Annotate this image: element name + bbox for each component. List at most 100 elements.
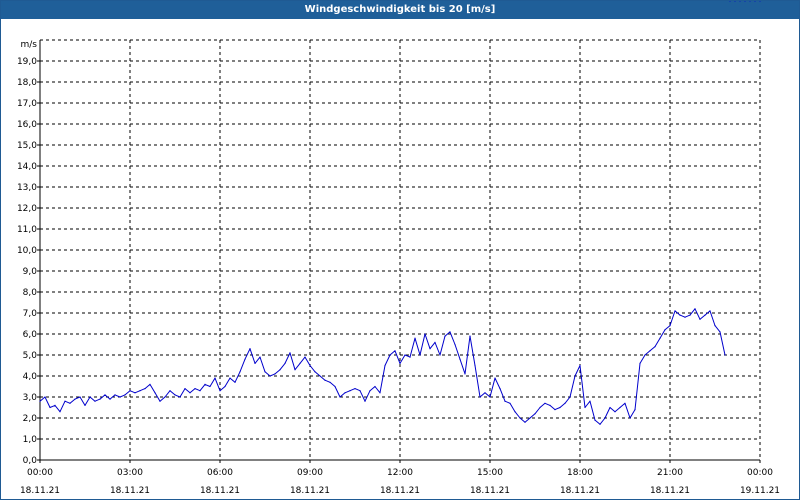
x-tick-time-label: 12:00 xyxy=(387,468,413,478)
y-tick-label: 7,0 xyxy=(23,309,38,319)
data-point xyxy=(214,377,216,379)
data-point xyxy=(709,310,711,312)
y-tick-label: 0,0 xyxy=(23,456,38,466)
data-point xyxy=(134,392,136,394)
y-tick-label: 6,0 xyxy=(23,330,38,340)
data-point xyxy=(74,398,76,400)
data-point xyxy=(329,381,331,383)
data-point xyxy=(154,392,156,394)
data-point xyxy=(409,356,411,358)
data-point xyxy=(404,354,406,356)
data-point xyxy=(589,400,591,402)
data-point xyxy=(224,385,226,388)
data-point xyxy=(714,325,716,327)
data-point xyxy=(234,381,236,383)
x-tick-date-label: 18.11.21 xyxy=(20,486,60,496)
data-point xyxy=(434,341,436,343)
data-point xyxy=(369,390,371,392)
y-tick-label: 2,0 xyxy=(23,414,38,424)
data-point xyxy=(94,400,96,402)
data-point xyxy=(354,388,356,390)
data-point xyxy=(254,362,256,364)
data-point xyxy=(489,396,491,398)
x-tick-date-label: 18.11.21 xyxy=(650,486,690,496)
x-tick-time-label: 15:00 xyxy=(477,468,503,478)
data-point xyxy=(454,343,456,346)
x-tick-time-label: 06:00 xyxy=(207,468,233,478)
chart-window: Windgeschwindigkeit bis 20 [m/s] m/s 0,0 1… xyxy=(0,0,800,500)
data-point xyxy=(659,337,661,339)
data-point xyxy=(579,364,581,367)
data-point xyxy=(114,394,116,396)
data-point xyxy=(64,400,66,402)
data-point xyxy=(539,406,541,409)
data-point xyxy=(299,362,301,364)
y-tick-label: 19,0 xyxy=(17,57,37,67)
data-point xyxy=(199,390,201,392)
data-point xyxy=(504,400,506,402)
x-tick-time-label: 18:00 xyxy=(567,468,593,478)
data-point xyxy=(184,388,186,390)
data-point xyxy=(44,396,46,398)
x-tick-time-label: 00:00 xyxy=(27,468,53,478)
data-point xyxy=(229,377,231,379)
data-point xyxy=(69,402,71,404)
data-point xyxy=(364,400,366,402)
data-point xyxy=(349,390,351,392)
data-point xyxy=(84,404,86,406)
data-point xyxy=(624,402,626,404)
data-point xyxy=(684,316,686,318)
x-tick-date-label: 18.11.21 xyxy=(470,486,510,496)
y-tick-label: 15,0 xyxy=(17,141,37,151)
data-point xyxy=(109,398,111,400)
data-point xyxy=(49,406,51,409)
data-point xyxy=(59,411,61,413)
data-point xyxy=(664,329,666,331)
data-point xyxy=(314,371,316,373)
data-point xyxy=(669,325,671,327)
data-point xyxy=(249,348,251,350)
data-point xyxy=(514,411,516,413)
x-tick-time-label: 03:00 xyxy=(117,468,143,478)
data-point xyxy=(194,388,196,390)
data-point xyxy=(89,396,91,398)
data-point xyxy=(449,331,451,333)
data-point xyxy=(264,371,266,373)
data-point xyxy=(399,362,401,364)
data-point xyxy=(519,417,521,419)
y-tick-label: 10,0 xyxy=(17,246,37,256)
data-point xyxy=(239,371,241,373)
data-point xyxy=(509,402,511,404)
data-point xyxy=(219,390,221,392)
data-point xyxy=(39,400,41,402)
data-point xyxy=(639,362,641,364)
data-point xyxy=(729,1,731,2)
data-point xyxy=(524,421,526,423)
data-point xyxy=(164,396,166,398)
data-point xyxy=(374,385,376,388)
data-point xyxy=(494,377,496,379)
x-tick-time-label: 00:00 xyxy=(747,468,773,478)
data-point xyxy=(204,383,206,385)
data-point xyxy=(384,364,386,367)
data-point xyxy=(394,350,396,352)
data-point xyxy=(179,396,181,398)
data-point xyxy=(704,314,706,316)
x-tick-date-label: 18.11.21 xyxy=(380,486,420,496)
data-point xyxy=(749,1,751,2)
data-point xyxy=(139,390,141,392)
data-point xyxy=(334,385,336,388)
x-tick-date-label: 18.11.21 xyxy=(110,486,150,496)
data-point xyxy=(759,1,761,2)
data-point xyxy=(444,335,446,337)
data-point xyxy=(289,352,291,354)
data-point xyxy=(614,411,616,413)
y-tick-label: 16,0 xyxy=(17,120,37,130)
data-point xyxy=(209,385,211,388)
data-point xyxy=(144,388,146,390)
data-point xyxy=(479,396,481,398)
data-point xyxy=(689,314,691,316)
data-point xyxy=(464,373,466,375)
data-point xyxy=(724,354,726,356)
data-point xyxy=(654,346,656,348)
